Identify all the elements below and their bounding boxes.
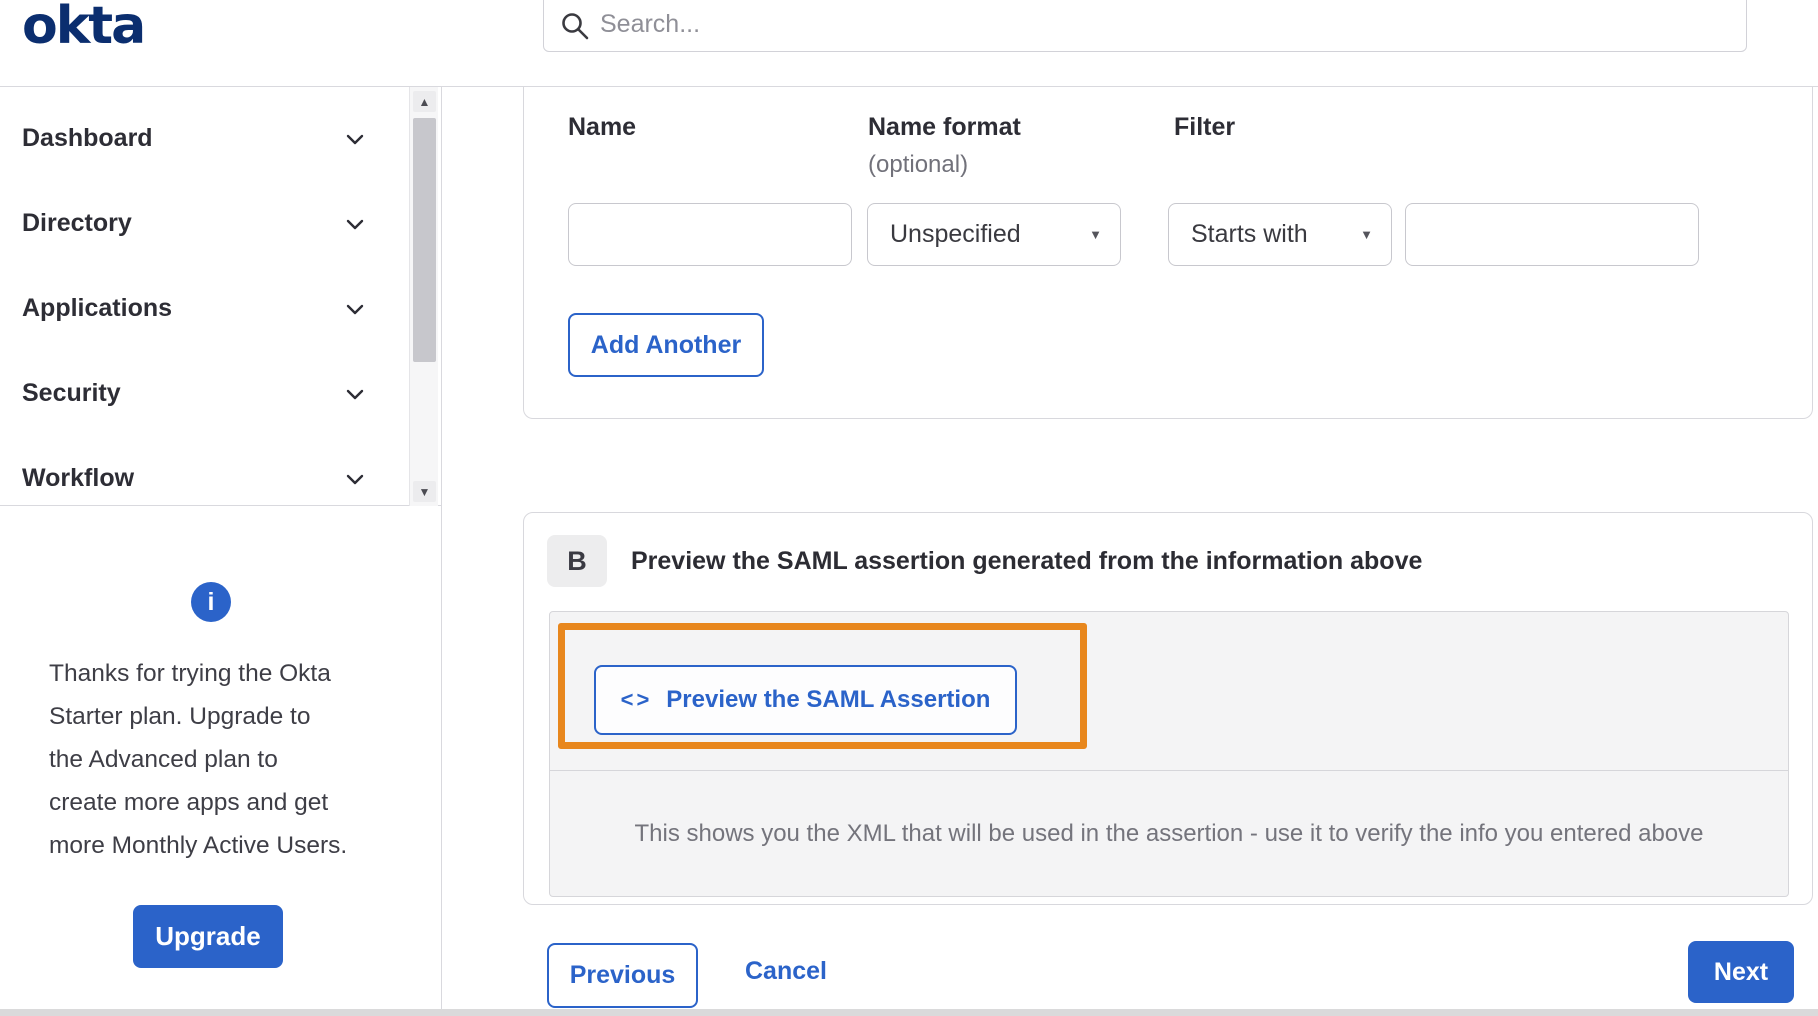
name-format-column-label: Name format — [868, 113, 1021, 141]
sidebar-item-security[interactable]: Security — [0, 351, 441, 436]
filter-column-label: Filter — [1174, 113, 1236, 141]
previous-button[interactable]: Previous — [547, 943, 698, 1008]
upsell-line: create more apps and get — [49, 789, 329, 816]
okta-admin-console: okta Search... Dashboard Directory Appli… — [0, 0, 1818, 1016]
search-icon — [562, 13, 589, 40]
upsell-line: the Advanced plan to — [49, 746, 278, 773]
attribute-statement-card: Name Name format (optional) Filter Unspe… — [523, 87, 1813, 419]
preview-panel: <> Preview the SAML Assertion This shows… — [549, 611, 1789, 897]
select-arrow-icon: ▼ — [1089, 227, 1102, 242]
chevron-down-icon — [346, 134, 364, 144]
sidebar-item-label: Security — [22, 379, 121, 407]
chevron-down-icon — [346, 389, 364, 399]
chevron-down-icon — [346, 474, 364, 484]
section-b-badge: B — [547, 535, 607, 587]
name-format-optional-label: (optional) — [868, 151, 969, 178]
preview-description-area: This shows you the XML that will be used… — [550, 771, 1788, 896]
sidebar-item-label: Workflow — [22, 464, 135, 492]
preview-button-area: <> Preview the SAML Assertion — [550, 612, 1788, 771]
preview-section-title: Preview the SAML assertion generated fro… — [631, 547, 1423, 575]
sidebar-item-dashboard[interactable]: Dashboard — [0, 96, 441, 181]
scroll-down-icon: ▼ — [418, 484, 431, 499]
global-search[interactable] — [543, 0, 1747, 52]
scroll-up-button[interactable]: ▲ — [413, 91, 436, 112]
upsell-line: more Monthly Active Users. — [49, 832, 348, 859]
preview-saml-assertion-button[interactable]: <> Preview the SAML Assertion — [594, 665, 1017, 735]
sidebar-item-label: Applications — [22, 294, 173, 322]
code-icon: <> — [620, 687, 653, 712]
select-arrow-icon: ▼ — [1360, 227, 1373, 242]
filter-operator-value: Starts with — [1191, 220, 1308, 248]
upsell-line: Thanks for trying the Okta — [49, 660, 331, 687]
attribute-name-input[interactable] — [568, 203, 852, 266]
sidebar-item-workflow[interactable]: Workflow — [0, 436, 441, 521]
preview-assertion-card: B Preview the SAML assertion generated f… — [523, 512, 1813, 905]
search-placeholder: Search... — [600, 10, 701, 38]
viewport-bottom-strip — [0, 1009, 1818, 1016]
chevron-down-icon — [346, 304, 364, 314]
sidebar-item-label: Directory — [22, 209, 132, 237]
filter-value-input[interactable] — [1405, 203, 1699, 266]
add-another-button[interactable]: Add Another — [568, 313, 764, 377]
sidebar-scrollbar[interactable]: ▲ ▼ — [409, 87, 438, 506]
sidebar-divider — [441, 87, 442, 1009]
okta-logo: okta — [22, 0, 146, 56]
name-format-value: Unspecified — [890, 220, 1021, 248]
scroll-down-button[interactable]: ▼ — [413, 481, 436, 502]
name-format-select[interactable]: Unspecified ▼ — [867, 203, 1121, 266]
cancel-link[interactable]: Cancel — [745, 957, 827, 986]
scroll-up-icon: ▲ — [418, 94, 431, 109]
preview-description: This shows you the XML that will be used… — [634, 819, 1704, 847]
sidebar-item-directory[interactable]: Directory — [0, 181, 441, 266]
upsell-line: Starter plan. Upgrade to — [49, 703, 311, 730]
preview-button-label: Preview the SAML Assertion — [666, 686, 991, 713]
next-button[interactable]: Next — [1688, 941, 1794, 1003]
sidebar-item-label: Dashboard — [22, 124, 153, 152]
sidebar-item-applications[interactable]: Applications — [0, 266, 441, 351]
info-icon: i — [191, 582, 231, 622]
sidebar-nav: Dashboard Directory Applications Securit… — [0, 87, 441, 506]
chevron-down-icon — [346, 219, 364, 229]
name-column-label: Name — [568, 113, 637, 141]
upsell-message: Thanks for trying the Okta Starter plan.… — [49, 652, 399, 867]
scrollbar-thumb[interactable] — [413, 118, 436, 362]
filter-operator-select[interactable]: Starts with ▼ — [1168, 203, 1392, 266]
upgrade-button[interactable]: Upgrade — [133, 905, 283, 968]
